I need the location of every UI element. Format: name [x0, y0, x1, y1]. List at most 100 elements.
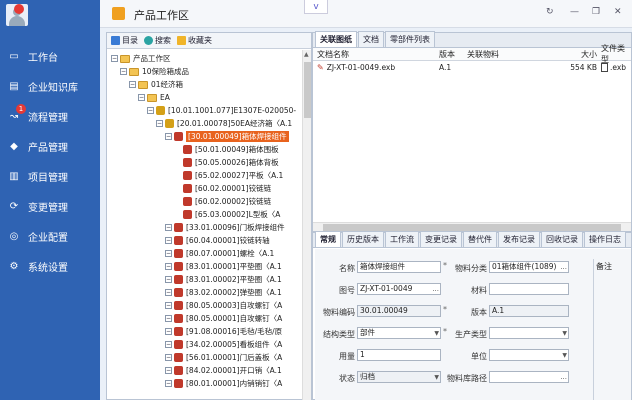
close-icon[interactable]: ✕ [614, 7, 622, 17]
tree-node[interactable]: − [34.02.00005]看板组件〈A [165, 338, 282, 351]
expand-toggle-icon[interactable]: − [165, 367, 172, 374]
tab-favorites[interactable]: 收藏夹 [177, 35, 212, 46]
chevron-down-icon[interactable]: v [304, 0, 328, 14]
col-size[interactable]: 大小 [547, 49, 597, 60]
expand-toggle-icon[interactable]: − [156, 120, 163, 127]
expand-toggle-icon[interactable]: − [138, 94, 145, 101]
browse-button[interactable]: ... [560, 372, 567, 382]
tree-node[interactable]: [60.02.00001]铰链链 [174, 182, 271, 195]
version-field[interactable]: A.1 [489, 305, 569, 317]
tree-node[interactable]: − [80.01.00001]内销销钉〈A [165, 377, 282, 390]
tree-node[interactable]: [50.01.00049]箱体围板 [174, 143, 279, 156]
expand-toggle-icon[interactable]: − [165, 237, 172, 244]
col-version[interactable]: 版本 [439, 49, 467, 60]
tree-node[interactable]: − 产品工作区 [111, 52, 171, 65]
drawing-field[interactable]: ZJ-XT-01-0049... [357, 283, 441, 295]
tab-bottom-7[interactable]: 操作日志 [584, 231, 626, 247]
tree-node[interactable]: − [84.02.00001]开口销〈A.1 [165, 364, 282, 377]
tree-node[interactable]: − [80.05.00001]自攻螺钉〈A [165, 312, 282, 325]
qty-field[interactable]: 1 [357, 349, 441, 361]
tree-node[interactable]: [65.02.00027]平板〈A.1 [174, 169, 283, 182]
remarks-area[interactable]: 备注 [593, 259, 631, 400]
tab-documents[interactable]: 文档 [358, 31, 384, 47]
tree-node[interactable]: − [83.02.00002]弹垫圈〈A.1 [165, 286, 282, 299]
sidebar-item-4[interactable]: ▥ 项目管理 [0, 162, 100, 190]
expand-toggle-icon[interactable]: − [120, 68, 127, 75]
struct-select[interactable]: 部件 ▼ [357, 327, 441, 339]
sidebar-item-2[interactable]: ↝ 流程管理 1 [0, 102, 100, 130]
browse-button[interactable]: ... [560, 262, 567, 272]
expand-toggle-icon[interactable]: − [165, 380, 172, 387]
material-field[interactable] [489, 283, 569, 295]
grid-hscrollbar[interactable] [313, 222, 631, 231]
sidebar-item-6[interactable]: ◎ 企业配置 [0, 222, 100, 250]
tree-scrollbar[interactable]: ▲ [302, 50, 311, 400]
code-field[interactable]: 30.01.00049 [357, 305, 441, 317]
expand-toggle-icon[interactable]: − [165, 289, 172, 296]
col-doc-name[interactable]: 文档名称 [313, 49, 439, 60]
tab-related-drawings[interactable]: 关联图纸 [315, 31, 357, 47]
sidebar-item-1[interactable]: ▤ 企业知识库 [0, 72, 100, 100]
tab-bottom-6[interactable]: 回收记录 [541, 231, 583, 247]
lib-path-field[interactable]: ... [489, 371, 569, 383]
tab-bottom-2[interactable]: 工作流 [385, 231, 419, 247]
sidebar-item-7[interactable]: ⚙ 系统设置 [0, 252, 100, 280]
tree-node[interactable]: − [91.08.00016]毛毡/毛毡/原 [165, 325, 282, 338]
expand-toggle-icon[interactable]: − [165, 302, 172, 309]
tab-bottom-1[interactable]: 历史版本 [342, 231, 384, 247]
expand-toggle-icon[interactable]: − [165, 133, 172, 140]
sidebar-item-5[interactable]: ⟳ 变更管理 [0, 192, 100, 220]
tab-parts-list[interactable]: 零部件列表 [385, 31, 435, 47]
tab-bottom-4[interactable]: 替代件 [463, 231, 497, 247]
expand-toggle-icon[interactable]: − [165, 263, 172, 270]
tree-node[interactable]: − [83.01.00001]平垫圈〈A.1 [165, 260, 282, 273]
tree-node[interactable]: − [10.01.1001.077]E1307E-020050- [147, 104, 296, 117]
expand-toggle-icon[interactable]: − [165, 354, 172, 361]
tree-node[interactable]: − [60.04.00001]铰链转轴 [165, 234, 270, 247]
refresh-icon[interactable]: ↻ [546, 7, 554, 17]
tab-search[interactable]: 搜索 [144, 35, 171, 46]
expand-toggle-icon[interactable] [174, 146, 181, 153]
expand-toggle-icon[interactable]: − [165, 276, 172, 283]
expand-toggle-icon[interactable]: − [129, 81, 136, 88]
tree-node[interactable]: − 01经济箱 [129, 78, 183, 91]
tree-node[interactable]: − [56.01.00001]门后盖板〈A [165, 351, 282, 364]
tab-bottom-3[interactable]: 变更记录 [420, 231, 462, 247]
name-field[interactable]: 箱体焊接组件 [357, 261, 441, 273]
col-material[interactable]: 关联物料 [467, 49, 547, 60]
expand-toggle-icon[interactable] [174, 185, 181, 192]
expand-toggle-icon[interactable] [174, 172, 181, 179]
tree-node[interactable]: − EA [138, 91, 170, 104]
tab-bottom-5[interactable]: 发布记录 [498, 231, 540, 247]
tree-node[interactable]: − 10保险箱成品 [120, 65, 189, 78]
browse-button[interactable]: ... [432, 284, 439, 294]
sidebar-item-0[interactable]: ▭ 工作台 [0, 42, 100, 70]
tree-node[interactable]: − [30.01.00049]箱体焊接组件 [165, 130, 289, 143]
tree-node[interactable]: − [80.07.00001]螺栓〈A.1 [165, 247, 274, 260]
expand-toggle-icon[interactable]: − [147, 107, 154, 114]
tree-node[interactable]: [60.02.00002]铰链链 [174, 195, 271, 208]
tab-bottom-0[interactable]: 常规 [315, 231, 341, 247]
tab-directory[interactable]: 目录 [111, 35, 138, 46]
expand-toggle-icon[interactable] [174, 211, 181, 218]
tree-node[interactable]: − [20.01.00078]50EA经济箱〈A.1 [156, 117, 292, 130]
expand-toggle-icon[interactable]: − [165, 224, 172, 231]
prod-select[interactable]: ▼ [489, 327, 569, 339]
expand-toggle-icon[interactable]: − [111, 55, 118, 62]
category-field[interactable]: 01箱体组件(1089)... [489, 261, 569, 273]
status-select[interactable]: 归档 ▼ [357, 371, 441, 383]
tree-node[interactable]: − [83.01.00002]平垫圈〈A.1 [165, 273, 282, 286]
unit-select[interactable]: ▼ [489, 349, 569, 361]
table-row[interactable]: ✎ ZJ-XT-01-0049.exb A.1 554 KB .exb [313, 61, 631, 73]
minimize-icon[interactable]: — [570, 7, 579, 17]
expand-toggle-icon[interactable]: − [165, 341, 172, 348]
sidebar-item-3[interactable]: ◆ 产品管理 [0, 132, 100, 160]
tree-node[interactable]: [65.03.00002]L型板〈A [174, 208, 280, 221]
expand-toggle-icon[interactable] [174, 159, 181, 166]
expand-toggle-icon[interactable]: − [165, 328, 172, 335]
expand-toggle-icon[interactable]: − [165, 315, 172, 322]
restore-icon[interactable]: ❐ [592, 7, 600, 17]
tree-node[interactable]: − [80.05.00003]自攻螺钉〈A [165, 299, 282, 312]
expand-toggle-icon[interactable] [174, 198, 181, 205]
tree-node[interactable]: − [33.01.00096]门板焊接组件 [165, 221, 285, 234]
